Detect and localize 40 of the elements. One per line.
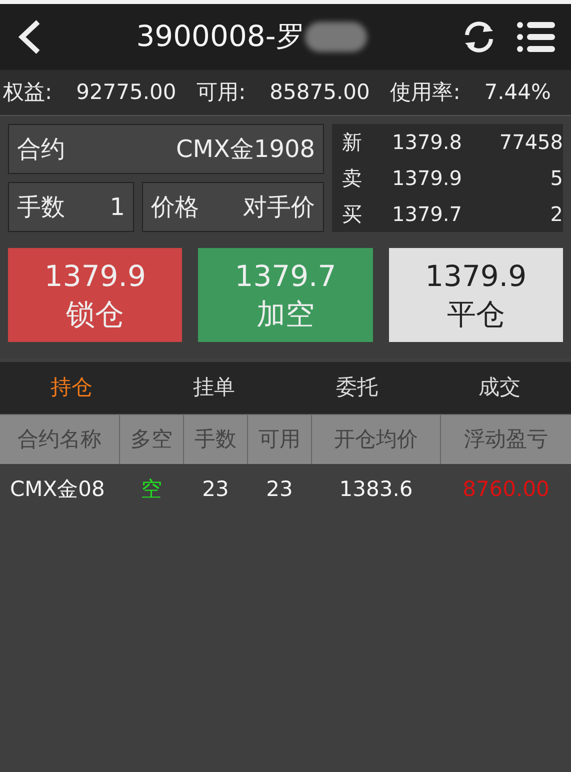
table-cell-text: 23	[202, 476, 229, 504]
redaction-blur	[304, 22, 367, 52]
quote-label: 新	[342, 129, 363, 156]
quote-price: 1379.8	[392, 129, 463, 156]
price-field[interactable]: 价格 对手价	[142, 182, 324, 232]
account-value: 7.44%	[484, 78, 551, 106]
column-header: 手数	[184, 415, 247, 464]
column-header: 开仓均价	[312, 415, 440, 464]
table-cell-text: 8760.00	[462, 476, 550, 504]
account-value: 92775.00	[76, 78, 176, 106]
quote-label: 卖	[342, 165, 363, 192]
quote-price: 1379.7	[392, 201, 463, 228]
account-label: 使用率:	[390, 78, 460, 106]
column-header: 多空	[120, 415, 183, 464]
order-button[interactable]: 1379.9 锁仓	[8, 248, 182, 342]
account-value: 85875.00	[270, 78, 370, 106]
table-cell-text: CMX金08	[10, 476, 105, 504]
tab[interactable]: 持仓	[0, 362, 143, 414]
quote-volume: 2	[549, 201, 563, 228]
table-cell-text: 空	[141, 476, 162, 504]
order-button[interactable]: 1379.9 平仓	[388, 248, 563, 342]
quote-volume: 5	[549, 165, 563, 192]
menu-icon[interactable]	[517, 21, 555, 53]
contract-field[interactable]: 合约 CMX金1908	[8, 124, 324, 174]
tab[interactable]: 成交	[428, 362, 571, 414]
column-header: 浮动盈亏	[441, 415, 571, 464]
column-header: 合约名称	[0, 415, 119, 464]
quote-price: 1379.9	[392, 165, 463, 192]
quote-label: 买	[342, 201, 363, 228]
account-label: 可用:	[196, 78, 246, 106]
quote-volume: 77458	[498, 129, 563, 156]
back-icon[interactable]	[16, 19, 42, 55]
table-cell-text: 23	[266, 476, 293, 504]
column-header: 可用	[248, 415, 311, 464]
lots-field[interactable]: 手数 1	[8, 182, 134, 232]
window-title: 3900008-罗	[136, 18, 305, 56]
tab[interactable]: 委托	[286, 362, 428, 414]
tab[interactable]: 挂单	[142, 362, 286, 414]
account-label: 权益:	[3, 78, 52, 106]
table-cell-text: 1383.6	[339, 476, 413, 504]
